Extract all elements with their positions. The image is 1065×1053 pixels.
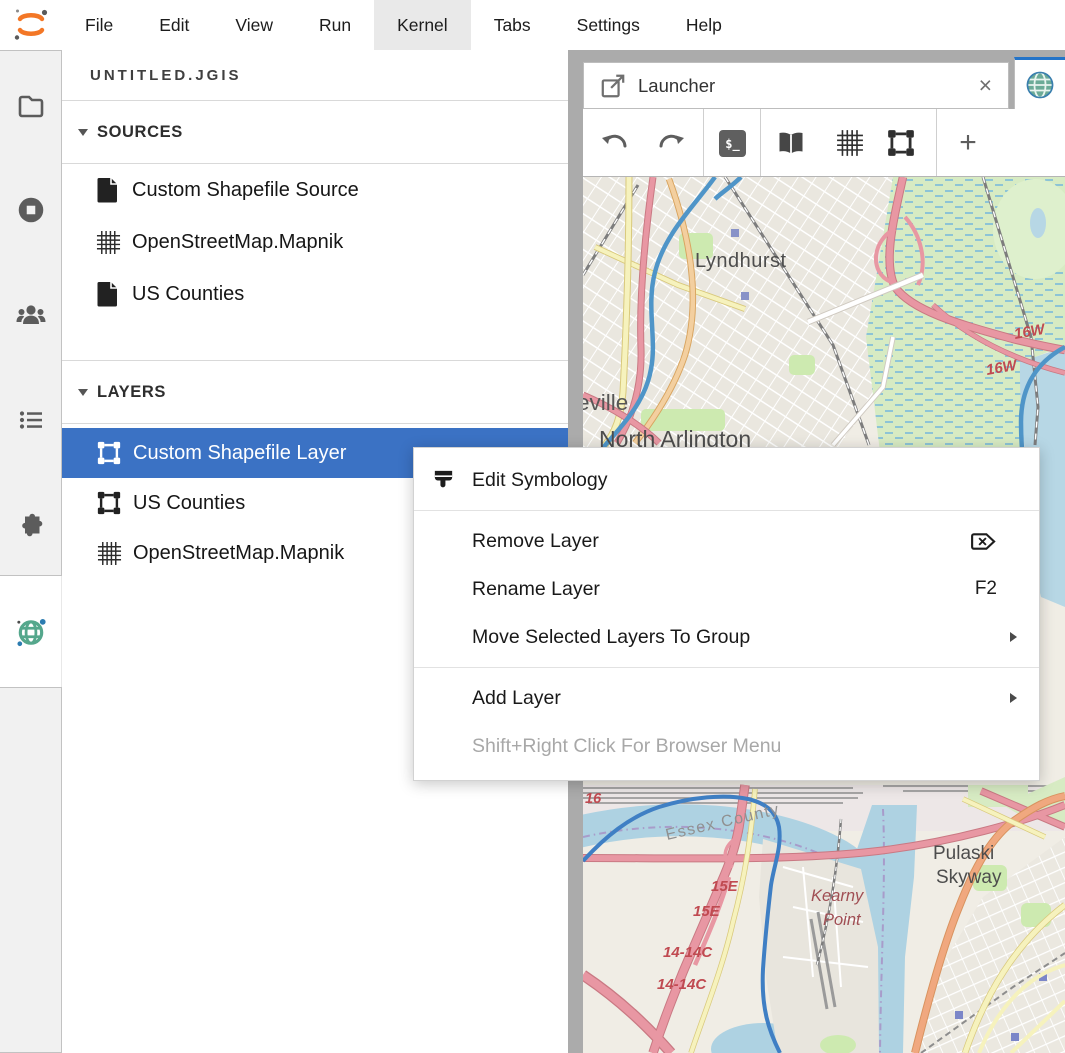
sources-list: Custom Shapefile Source OpenStreetMap.Ma… — [62, 164, 568, 320]
sources-header-label: SOURCES — [97, 123, 183, 142]
file-icon — [95, 177, 121, 203]
menu-item-kernel[interactable]: Kernel — [374, 0, 471, 50]
context-item-browser-menu-hint: Shift+Right Click For Browser Menu — [414, 722, 1039, 770]
shortcut-f2: F2 — [975, 578, 997, 600]
remove-tag-icon — [970, 529, 997, 554]
submenu-arrow-icon — [1010, 632, 1017, 642]
context-item-label: Edit Symbology — [472, 469, 607, 492]
map-label-belleville: eville — [583, 390, 628, 415]
source-item-us-counties[interactable]: US Counties — [62, 268, 568, 320]
caret-down-icon — [78, 129, 88, 136]
globe-icon — [1024, 69, 1056, 101]
layers-section-header[interactable]: LAYERS — [62, 361, 568, 424]
context-item-label: Move Selected Layers To Group — [472, 626, 750, 649]
source-label: OpenStreetMap.Mapnik — [132, 231, 343, 254]
symbology-brush-icon — [431, 468, 472, 493]
menu-item-file[interactable]: File — [62, 0, 136, 50]
tab-launcher-label: Launcher — [638, 75, 715, 97]
launcher-icon — [600, 73, 626, 99]
jupytergis-globe-icon[interactable] — [15, 616, 47, 648]
menu-separator — [414, 510, 1039, 511]
raster-layer-button[interactable] — [834, 127, 866, 159]
map-label-lyndhurst: Lyndhurst — [695, 250, 787, 272]
layer-label: Custom Shapefile Layer — [133, 442, 346, 465]
identify-book-button[interactable] — [775, 127, 807, 159]
map-label-exit15e: 15E — [693, 903, 721, 920]
menu-item-tabs[interactable]: Tabs — [471, 0, 554, 50]
map-label-pulaski-skyway: Skyway — [936, 867, 1002, 888]
layer-label: OpenStreetMap.Mapnik — [133, 542, 344, 565]
context-item-label: Remove Layer — [472, 530, 599, 553]
context-item-move-to-group[interactable]: Move Selected Layers To Group — [414, 613, 1039, 661]
tab-launcher[interactable]: Launcher × — [583, 62, 1009, 109]
layer-label: US Counties — [133, 492, 245, 515]
map-label-kearny-point: Point — [823, 911, 862, 929]
undo-button[interactable] — [597, 127, 629, 159]
vector-square-icon — [95, 490, 123, 516]
raster-grid-icon — [95, 541, 123, 566]
layers-header-label: LAYERS — [97, 383, 166, 402]
gis-toolbar: $_ + — [583, 109, 1065, 177]
context-item-add-layer[interactable]: Add Layer — [414, 674, 1039, 722]
menu-item-view[interactable]: View — [212, 0, 296, 50]
terminal-button[interactable]: $_ — [719, 130, 746, 157]
file-icon — [95, 281, 121, 307]
source-label: US Counties — [132, 283, 244, 306]
source-item-osm[interactable]: OpenStreetMap.Mapnik — [62, 216, 568, 268]
submenu-arrow-icon — [1010, 693, 1017, 703]
layer-context-menu: Edit Symbology Remove Layer Rename Layer… — [413, 447, 1040, 781]
vector-square-icon — [95, 440, 123, 466]
toolbar-separator — [703, 109, 704, 176]
plus-glyph: + — [959, 126, 977, 160]
context-item-rename-layer[interactable]: Rename Layer F2 — [414, 565, 1039, 613]
map-label-pulaski-skyway: Pulaski — [933, 843, 994, 864]
sources-section-header[interactable]: SOURCES — [62, 101, 568, 164]
tab-gis-document[interactable] — [1014, 57, 1065, 109]
table-of-contents-icon[interactable] — [15, 404, 47, 436]
source-label: Custom Shapefile Source — [132, 179, 359, 202]
redo-button[interactable] — [657, 127, 689, 159]
collaboration-users-icon[interactable] — [15, 299, 47, 331]
activity-sidebar — [0, 50, 62, 576]
context-item-edit-symbology[interactable]: Edit Symbology — [414, 456, 1039, 504]
panel-title: UNTITLED.JGIS — [62, 50, 568, 101]
raster-grid-icon — [95, 230, 121, 255]
terminal-glyph: $_ — [725, 137, 739, 151]
context-item-label: Rename Layer — [472, 578, 600, 601]
context-item-label: Shift+Right Click For Browser Menu — [472, 735, 781, 758]
file-browser-icon[interactable] — [15, 89, 47, 121]
add-button[interactable]: + — [952, 127, 984, 159]
map-label-exit16: 16 — [585, 791, 602, 807]
sidebar-bottom-segment — [0, 687, 62, 1053]
jupyter-logo — [0, 0, 62, 50]
source-item-custom-shapefile[interactable]: Custom Shapefile Source — [62, 164, 568, 216]
map-label-exit14: 14-14C — [657, 976, 707, 993]
menu-bar: File Edit View Run Kernel Tabs Settings … — [0, 0, 1065, 50]
toolbar-separator — [760, 109, 761, 176]
running-kernels-icon[interactable] — [15, 194, 47, 226]
map-label-exit14: 14-14C — [663, 944, 713, 961]
map-label-kearny-point: Kearny — [811, 887, 865, 905]
context-item-remove-layer[interactable]: Remove Layer — [414, 517, 1039, 565]
close-icon[interactable]: × — [979, 74, 992, 97]
menu-item-help[interactable]: Help — [663, 0, 745, 50]
extension-manager-icon[interactable] — [15, 509, 47, 541]
toolbar-separator — [936, 109, 937, 176]
map-label-exit15e: 15E — [711, 878, 739, 895]
menu-item-settings[interactable]: Settings — [554, 0, 663, 50]
menu-item-run[interactable]: Run — [296, 0, 374, 50]
menu-item-edit[interactable]: Edit — [136, 0, 212, 50]
vector-layer-button[interactable] — [885, 127, 917, 159]
sidebar-gis-section — [0, 576, 62, 687]
context-item-label: Add Layer — [472, 687, 561, 710]
caret-down-icon — [78, 389, 88, 396]
menu-separator — [414, 667, 1039, 668]
